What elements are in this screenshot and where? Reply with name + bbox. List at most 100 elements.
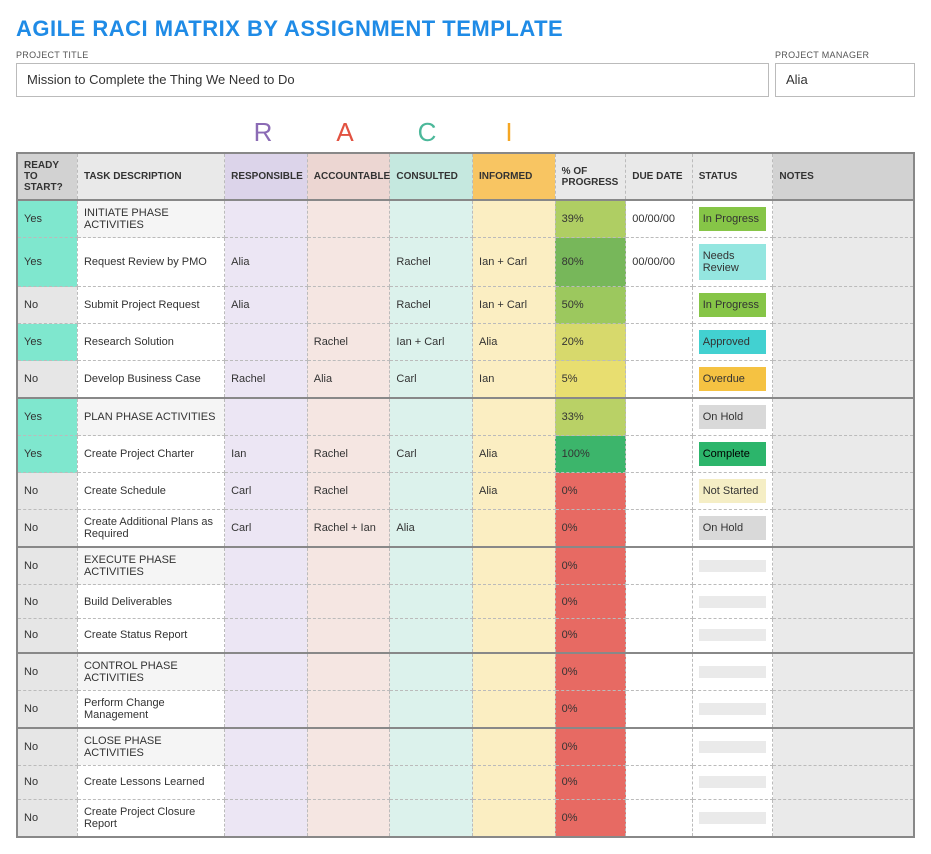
cell-responsible[interactable] — [225, 200, 308, 238]
cell-status[interactable] — [692, 765, 773, 799]
cell-notes[interactable] — [773, 200, 914, 238]
cell-progress[interactable]: 33% — [555, 398, 626, 436]
cell-responsible[interactable]: Alia — [225, 287, 308, 324]
cell-notes[interactable] — [773, 690, 914, 728]
cell-status[interactable] — [692, 547, 773, 585]
cell-progress[interactable]: 20% — [555, 324, 626, 361]
cell-ready[interactable]: Yes — [17, 238, 77, 287]
cell-informed[interactable]: Alia — [473, 324, 556, 361]
cell-informed[interactable] — [473, 619, 556, 653]
cell-accountable[interactable] — [307, 728, 390, 766]
cell-ready[interactable]: No — [17, 799, 77, 837]
cell-notes[interactable] — [773, 585, 914, 619]
cell-status[interactable]: In Progress — [692, 287, 773, 324]
cell-task[interactable]: Create Additional Plans as Required — [77, 510, 224, 548]
cell-accountable[interactable] — [307, 653, 390, 691]
cell-status[interactable]: On Hold — [692, 510, 773, 548]
cell-responsible[interactable] — [225, 690, 308, 728]
cell-consulted[interactable] — [390, 765, 473, 799]
cell-progress[interactable]: 39% — [555, 200, 626, 238]
cell-informed[interactable] — [473, 799, 556, 837]
cell-progress[interactable]: 0% — [555, 619, 626, 653]
cell-informed[interactable]: Ian + Carl — [473, 238, 556, 287]
cell-ready[interactable]: No — [17, 585, 77, 619]
cell-due[interactable] — [626, 653, 693, 691]
cell-consulted[interactable]: Alia — [390, 510, 473, 548]
cell-progress[interactable]: 50% — [555, 287, 626, 324]
cell-consulted[interactable]: Rachel — [390, 238, 473, 287]
cell-progress[interactable]: 0% — [555, 510, 626, 548]
cell-consulted[interactable] — [390, 200, 473, 238]
cell-notes[interactable] — [773, 361, 914, 399]
cell-notes[interactable] — [773, 799, 914, 837]
cell-status[interactable]: Not Started — [692, 473, 773, 510]
cell-responsible[interactable] — [225, 765, 308, 799]
cell-informed[interactable] — [473, 765, 556, 799]
cell-accountable[interactable] — [307, 765, 390, 799]
cell-ready[interactable]: No — [17, 619, 77, 653]
cell-accountable[interactable] — [307, 200, 390, 238]
cell-task[interactable]: Create Schedule — [77, 473, 224, 510]
cell-task[interactable]: Develop Business Case — [77, 361, 224, 399]
cell-consulted[interactable] — [390, 547, 473, 585]
cell-task[interactable]: Submit Project Request — [77, 287, 224, 324]
cell-ready[interactable]: No — [17, 510, 77, 548]
cell-task[interactable]: Create Lessons Learned — [77, 765, 224, 799]
cell-progress[interactable]: 100% — [555, 436, 626, 473]
cell-notes[interactable] — [773, 653, 914, 691]
cell-ready[interactable]: No — [17, 547, 77, 585]
cell-status[interactable]: On Hold — [692, 398, 773, 436]
cell-task[interactable]: INITIATE PHASE ACTIVITIES — [77, 200, 224, 238]
cell-progress[interactable]: 0% — [555, 585, 626, 619]
cell-ready[interactable]: No — [17, 690, 77, 728]
cell-status[interactable] — [692, 653, 773, 691]
cell-due[interactable] — [626, 585, 693, 619]
cell-ready[interactable]: Yes — [17, 200, 77, 238]
cell-accountable[interactable] — [307, 398, 390, 436]
cell-notes[interactable] — [773, 287, 914, 324]
cell-task[interactable]: Perform Change Management — [77, 690, 224, 728]
cell-consulted[interactable] — [390, 473, 473, 510]
cell-consulted[interactable] — [390, 799, 473, 837]
cell-due[interactable]: 00/00/00 — [626, 238, 693, 287]
cell-due[interactable] — [626, 547, 693, 585]
cell-task[interactable]: Request Review by PMO — [77, 238, 224, 287]
cell-notes[interactable] — [773, 324, 914, 361]
cell-informed[interactable]: Alia — [473, 473, 556, 510]
cell-notes[interactable] — [773, 728, 914, 766]
cell-informed[interactable]: Alia — [473, 436, 556, 473]
cell-task[interactable]: CONTROL PHASE ACTIVITIES — [77, 653, 224, 691]
cell-task[interactable]: EXECUTE PHASE ACTIVITIES — [77, 547, 224, 585]
cell-consulted[interactable] — [390, 585, 473, 619]
cell-responsible[interactable] — [225, 653, 308, 691]
cell-status[interactable]: Complete — [692, 436, 773, 473]
cell-responsible[interactable]: Alia — [225, 238, 308, 287]
cell-consulted[interactable] — [390, 619, 473, 653]
cell-responsible[interactable]: Carl — [225, 510, 308, 548]
cell-informed[interactable] — [473, 398, 556, 436]
cell-consulted[interactable]: Ian + Carl — [390, 324, 473, 361]
cell-consulted[interactable]: Carl — [390, 361, 473, 399]
cell-informed[interactable] — [473, 728, 556, 766]
cell-responsible[interactable] — [225, 585, 308, 619]
cell-progress[interactable]: 0% — [555, 765, 626, 799]
cell-responsible[interactable] — [225, 324, 308, 361]
cell-status[interactable]: Overdue — [692, 361, 773, 399]
cell-ready[interactable]: Yes — [17, 398, 77, 436]
cell-informed[interactable] — [473, 690, 556, 728]
cell-consulted[interactable] — [390, 398, 473, 436]
cell-progress[interactable]: 0% — [555, 473, 626, 510]
cell-ready[interactable]: No — [17, 765, 77, 799]
cell-responsible[interactable] — [225, 799, 308, 837]
cell-notes[interactable] — [773, 473, 914, 510]
cell-notes[interactable] — [773, 398, 914, 436]
cell-responsible[interactable]: Ian — [225, 436, 308, 473]
cell-due[interactable] — [626, 510, 693, 548]
cell-consulted[interactable]: Carl — [390, 436, 473, 473]
cell-accountable[interactable] — [307, 287, 390, 324]
cell-due[interactable] — [626, 398, 693, 436]
cell-task[interactable]: Create Status Report — [77, 619, 224, 653]
cell-accountable[interactable]: Rachel — [307, 436, 390, 473]
cell-due[interactable] — [626, 361, 693, 399]
cell-due[interactable] — [626, 287, 693, 324]
